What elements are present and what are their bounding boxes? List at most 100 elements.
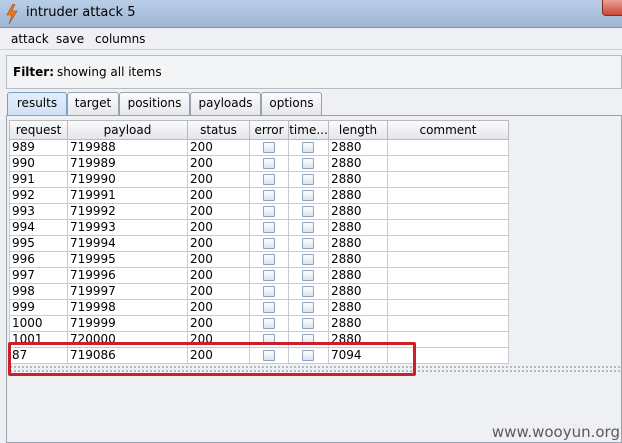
cell-status: 200 — [188, 252, 250, 268]
table-body: 989 719988 200 2880 990 719989 200 2880 991 71999… — [9, 140, 509, 364]
cell-error — [250, 204, 289, 220]
checkbox-icon — [262, 302, 275, 313]
checkbox-icon — [262, 286, 275, 297]
table-row[interactable]: 999 719998 200 2880 — [9, 300, 509, 316]
table-row[interactable]: 998 719997 200 2880 — [9, 284, 509, 300]
cell-request: 990 — [9, 156, 68, 172]
split-pane-divider[interactable] — [9, 365, 622, 373]
cell-comment — [388, 140, 509, 156]
cell-length: 2880 — [329, 188, 388, 204]
checkbox-icon — [262, 254, 275, 265]
table-row[interactable]: 992 719991 200 2880 — [9, 188, 509, 204]
tab-results[interactable]: results — [7, 92, 67, 116]
column-header-error[interactable]: error — [250, 120, 289, 140]
table-row[interactable]: 1000 719999 200 2880 — [9, 316, 509, 332]
cell-length: 2880 — [329, 156, 388, 172]
cell-request: 993 — [9, 204, 68, 220]
cell-payload: 719995 — [68, 252, 188, 268]
cell-status: 200 — [188, 156, 250, 172]
cell-comment — [388, 236, 509, 252]
cell-timeout — [289, 268, 329, 284]
table-row[interactable]: 997 719996 200 2880 — [9, 268, 509, 284]
column-header-timeout[interactable]: time... — [289, 120, 329, 140]
watermark: www.wooyun.org — [491, 423, 620, 441]
checkbox-icon — [302, 254, 314, 265]
table-row[interactable]: 994 719993 200 2880 — [9, 220, 509, 236]
window-title: intruder attack 5 — [26, 5, 136, 20]
menu-columns[interactable]: columns — [95, 32, 145, 46]
cell-error — [250, 252, 289, 268]
cell-status: 200 — [188, 300, 250, 316]
checkbox-icon — [302, 334, 314, 345]
table-row[interactable]: 991 719990 200 2880 — [9, 172, 509, 188]
checkbox-icon — [302, 158, 314, 169]
cell-request: 997 — [9, 268, 68, 284]
cell-payload: 719994 — [68, 236, 188, 252]
table-row[interactable]: 995 719994 200 2880 — [9, 236, 509, 252]
checkbox-icon — [262, 174, 275, 185]
tab-payloads[interactable]: payloads — [190, 92, 261, 115]
cell-request: 87 — [9, 348, 68, 364]
cell-request: 1001 — [9, 332, 68, 348]
cell-comment — [388, 252, 509, 268]
cell-error — [250, 300, 289, 316]
cell-comment — [388, 316, 509, 332]
cell-error — [250, 140, 289, 156]
checkbox-icon — [262, 334, 275, 345]
cell-length: 2880 — [329, 140, 388, 156]
cell-timeout — [289, 220, 329, 236]
checkbox-icon — [262, 238, 275, 249]
cell-length: 2880 — [329, 204, 388, 220]
checkbox-icon — [302, 350, 314, 361]
cell-timeout — [289, 252, 329, 268]
cell-payload: 719989 — [68, 156, 188, 172]
tab-options[interactable]: options — [261, 92, 322, 115]
column-header-payload[interactable]: payload — [68, 120, 188, 140]
filter-bar[interactable]: Filter: showing all items — [6, 55, 622, 89]
cell-request: 996 — [9, 252, 68, 268]
cell-length: 2880 — [329, 268, 388, 284]
cell-comment — [388, 204, 509, 220]
tab-positions[interactable]: positions — [119, 92, 190, 115]
checkbox-icon — [302, 190, 314, 201]
cell-comment — [388, 172, 509, 188]
table-row[interactable]: 1001 720000 200 2880 — [9, 332, 509, 348]
column-header-comment[interactable]: comment — [388, 120, 509, 140]
cell-error — [250, 220, 289, 236]
checkbox-icon — [262, 158, 275, 169]
checkbox-icon — [262, 190, 275, 201]
menu-attack[interactable]: attack — [11, 32, 49, 46]
checkbox-icon — [262, 206, 275, 217]
filter-label: Filter: — [13, 65, 55, 79]
cell-request: 999 — [9, 300, 68, 316]
cell-timeout — [289, 300, 329, 316]
cell-payload: 719992 — [68, 204, 188, 220]
table-row[interactable]: 996 719995 200 2880 — [9, 252, 509, 268]
menu-save[interactable]: save — [56, 32, 84, 46]
cell-status: 200 — [188, 236, 250, 252]
table-row[interactable]: 990 719989 200 2880 — [9, 156, 509, 172]
column-header-length[interactable]: length — [329, 120, 388, 140]
checkbox-icon — [262, 270, 275, 281]
title-bar: intruder attack 5 — [0, 0, 622, 28]
cell-comment — [388, 268, 509, 284]
table-row[interactable]: 989 719988 200 2880 — [9, 140, 509, 156]
cell-timeout — [289, 172, 329, 188]
table-header: request payload status error time... len… — [9, 120, 509, 140]
cell-status: 200 — [188, 188, 250, 204]
checkbox-icon — [262, 142, 275, 153]
window-close-button[interactable] — [602, 0, 622, 16]
cell-length: 2880 — [329, 300, 388, 316]
cell-request: 1000 — [9, 316, 68, 332]
cell-payload: 719998 — [68, 300, 188, 316]
cell-comment — [388, 300, 509, 316]
cell-length: 2880 — [329, 236, 388, 252]
cell-payload: 719086 — [68, 348, 188, 364]
cell-timeout — [289, 156, 329, 172]
tab-target[interactable]: target — [67, 92, 119, 115]
table-row[interactable]: 87 719086 200 7094 — [9, 348, 509, 364]
cell-comment — [388, 220, 509, 236]
table-row[interactable]: 993 719992 200 2880 — [9, 204, 509, 220]
column-header-status[interactable]: status — [188, 120, 250, 140]
column-header-request[interactable]: request — [9, 120, 68, 140]
